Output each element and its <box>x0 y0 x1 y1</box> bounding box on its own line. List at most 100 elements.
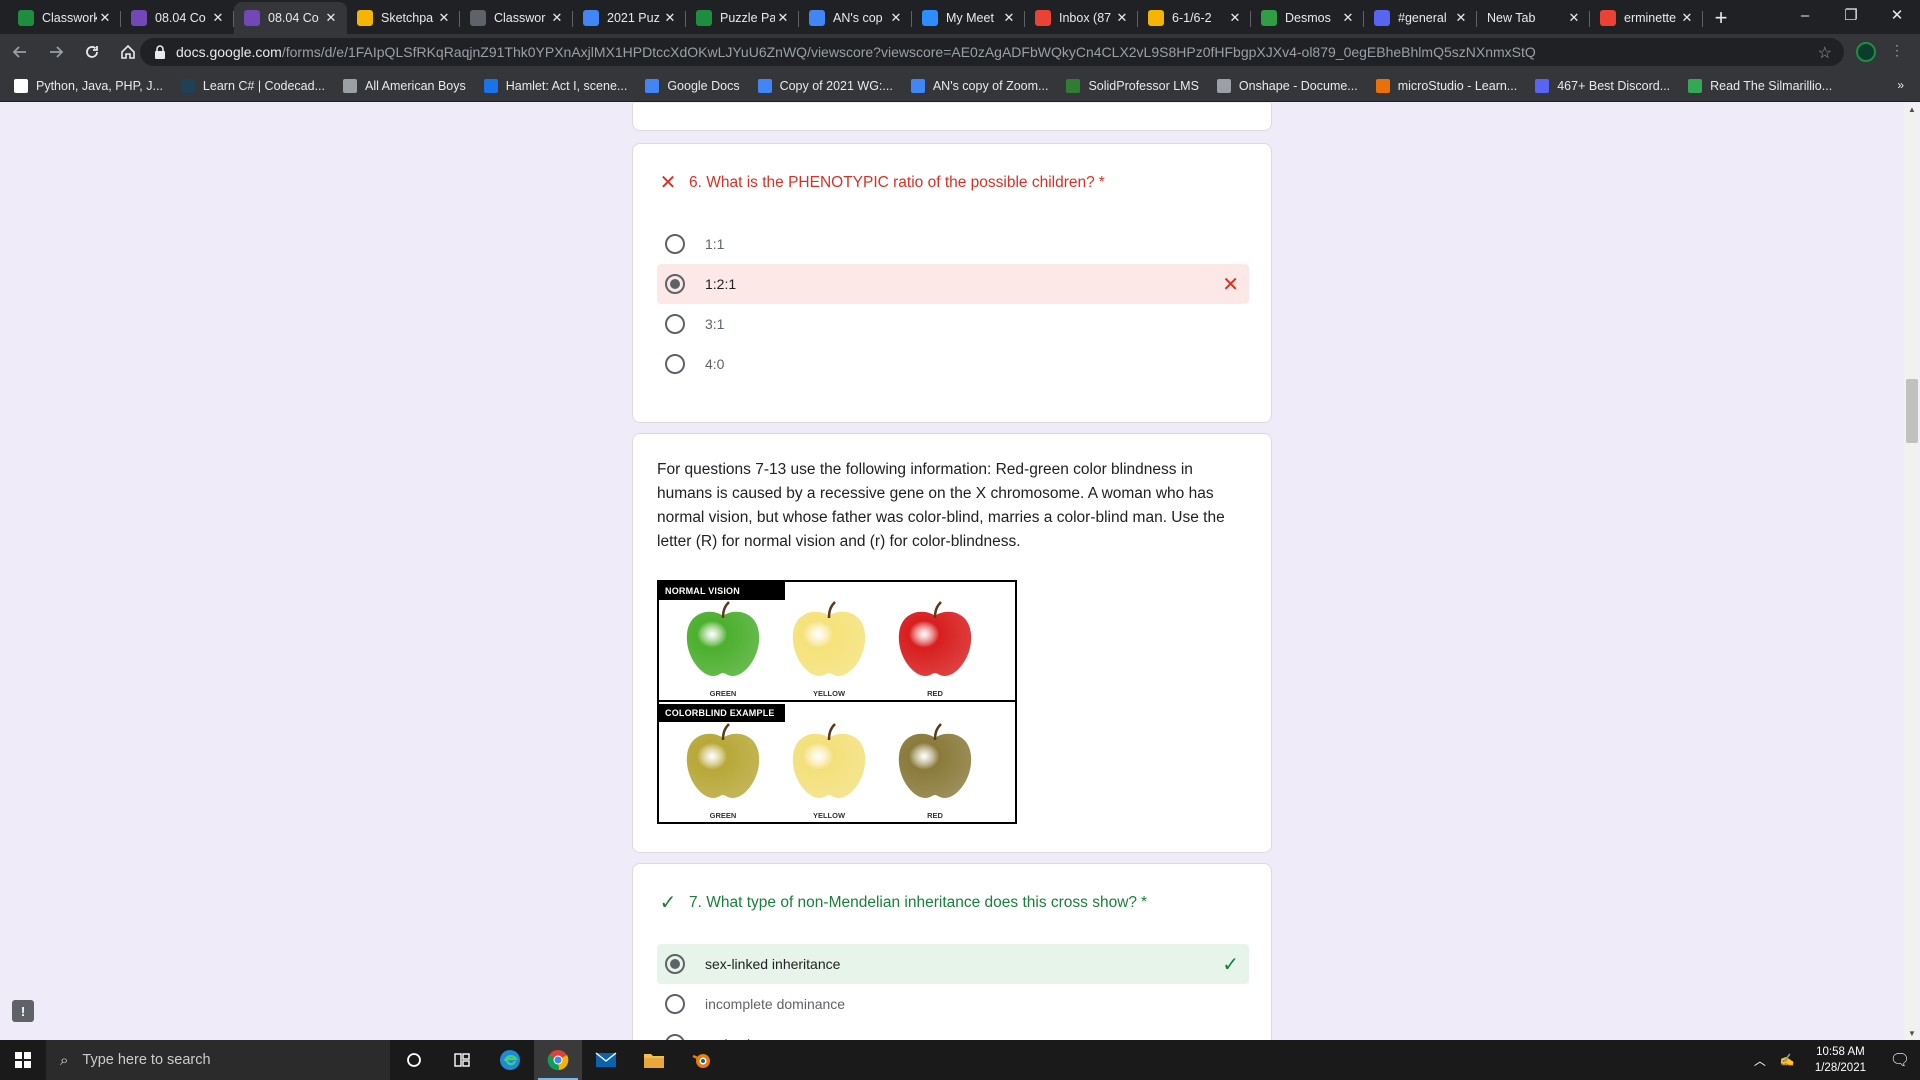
desmos-icon <box>1261 10 1277 26</box>
bookmark-label: Google Docs <box>667 78 740 93</box>
answer-option[interactable]: 1:1 <box>657 224 1249 264</box>
close-tab-icon[interactable]: ✕ <box>1566 10 1582 26</box>
close-tab-icon[interactable]: ✕ <box>888 10 904 26</box>
bookmark-item[interactable]: SolidProfessor LMS <box>1066 78 1199 93</box>
blender-icon[interactable] <box>678 1040 726 1080</box>
browser-tab[interactable]: Sketchpa ✕ <box>347 2 460 34</box>
browser-tab[interactable]: 08.04 Co ✕ <box>234 2 347 34</box>
answer-option[interactable]: 3:1 <box>657 304 1249 344</box>
edge-icon[interactable] <box>486 1040 534 1080</box>
radio-empty-icon[interactable] <box>665 994 685 1014</box>
bookmark-item[interactable]: All American Boys <box>343 78 466 93</box>
bookmark-item[interactable]: Learn C# | Codecad... <box>180 78 325 93</box>
answer-option[interactable]: incomplete dominance <box>657 984 1249 1024</box>
close-tab-icon[interactable]: ✕ <box>1453 10 1469 26</box>
url-path: /forms/d/e/1FAIpQLSfRKqRaqjnZ91Thk0YPXnA… <box>281 44 1536 60</box>
file-explorer-icon[interactable] <box>630 1040 678 1080</box>
close-tab-icon[interactable]: ✕ <box>1340 10 1356 26</box>
browser-tab[interactable]: Classwor ✕ <box>460 2 573 34</box>
show-hidden-icons-chevron-icon[interactable]: ︿ <box>1754 1052 1766 1069</box>
browser-tab[interactable]: 08.04 Co ✕ <box>121 2 234 34</box>
answer-option[interactable]: sex-linked inheritance ✓ <box>657 944 1249 984</box>
bookmark-item[interactable]: Copy of 2021 WG:... <box>757 78 893 93</box>
scrollbar-thumb[interactable] <box>1906 379 1918 443</box>
radio-selected-icon[interactable] <box>665 954 685 974</box>
task-view-icon[interactable] <box>438 1040 486 1080</box>
radio-empty-icon[interactable] <box>665 354 685 374</box>
bookmark-star-icon[interactable]: ☆ <box>1818 43 1832 63</box>
bookmark-item[interactable]: Onshape - Docume... <box>1216 78 1358 93</box>
mail-icon[interactable] <box>582 1040 630 1080</box>
close-tab-icon[interactable]: ✕ <box>1001 10 1017 26</box>
tab-title: AN's cop <box>833 11 883 25</box>
browser-tab[interactable]: 6-1/6-2 ✕ <box>1138 2 1251 34</box>
bookmark-item[interactable]: 467+ Best Discord... <box>1535 78 1670 93</box>
close-tab-icon[interactable]: ✕ <box>1679 10 1695 26</box>
search-placeholder: Type here to search <box>82 1052 211 1068</box>
scroll-down-arrow-icon[interactable]: ▼ <box>1908 1029 1916 1038</box>
bookmarks-overflow-icon[interactable]: » <box>1897 78 1904 92</box>
browser-tab[interactable]: Puzzle Pa ✕ <box>686 2 799 34</box>
new-tab-button[interactable]: + <box>1703 2 1739 34</box>
answer-option[interactable]: 4:0 <box>657 344 1249 384</box>
bookmark-item[interactable]: Google Docs <box>645 78 740 93</box>
apple-image <box>785 594 873 688</box>
google-docs-icon <box>583 10 599 26</box>
page-scrollbar[interactable]: ▲ ▼ <box>1904 103 1920 1040</box>
puzzle-icon <box>696 10 712 26</box>
browser-menu-icon[interactable]: ⋮ <box>1890 42 1904 59</box>
answer-option[interactable]: 1:2:1 ✕ <box>657 264 1249 304</box>
bookmark-item[interactable]: Python, Java, PHP, J... <box>14 78 163 93</box>
pen-icon[interactable]: ✍ <box>1780 1053 1795 1067</box>
required-asterisk: * <box>1098 173 1105 191</box>
apple-label: GREEN <box>709 689 737 698</box>
incorrect-x-icon: ✕ <box>1222 274 1239 296</box>
browser-tab[interactable]: New Tab ✕ <box>1477 2 1590 34</box>
minimize-button[interactable]: – <box>1782 0 1828 30</box>
close-tab-icon[interactable]: ✕ <box>775 10 791 26</box>
close-tab-icon[interactable]: ✕ <box>436 10 452 26</box>
browser-tab[interactable]: Desmos ✕ <box>1251 2 1364 34</box>
taskbar-clock[interactable]: 10:58 AM 1/28/2021 <box>1815 1044 1866 1076</box>
radio-selected-icon[interactable] <box>665 274 685 294</box>
back-button[interactable] <box>4 36 36 68</box>
close-tab-icon[interactable]: ✕ <box>549 10 565 26</box>
browser-tab[interactable]: Inbox (87 ✕ <box>1025 2 1138 34</box>
scroll-up-arrow-icon[interactable]: ▲ <box>1908 105 1916 114</box>
profile-avatar[interactable] <box>1856 42 1876 62</box>
bookmark-item[interactable]: Hamlet: Act I, scene... <box>483 78 627 93</box>
report-feedback-icon[interactable]: ! <box>12 1000 34 1022</box>
answer-option[interactable]: codominance <box>657 1024 1249 1040</box>
start-button[interactable] <box>0 1040 46 1080</box>
chrome-icon[interactable] <box>534 1040 582 1080</box>
google-docs-icon <box>645 78 660 93</box>
bookmark-item[interactable]: microStudio - Learn... <box>1375 78 1517 93</box>
radio-empty-icon[interactable] <box>665 234 685 254</box>
google-icon <box>1600 10 1616 26</box>
bookmark-item[interactable]: Read The Silmarillio... <box>1688 78 1832 93</box>
close-window-button[interactable]: ✕ <box>1874 0 1920 30</box>
restore-button[interactable]: ❐ <box>1828 0 1874 30</box>
cortana-icon[interactable] <box>390 1040 438 1080</box>
address-bar[interactable]: docs.google.com /forms/d/e/1FAIpQLSfRKqR… <box>140 38 1844 66</box>
bookmark-label: AN's copy of Zoom... <box>932 78 1049 93</box>
browser-tab[interactable]: AN's cop ✕ <box>799 2 912 34</box>
close-tab-icon[interactable]: ✕ <box>1227 10 1243 26</box>
close-tab-icon[interactable]: ✕ <box>210 10 226 26</box>
browser-tab[interactable]: Classwork ✕ <box>8 2 121 34</box>
close-tab-icon[interactable]: ✕ <box>97 10 113 26</box>
bookmark-item[interactable]: AN's copy of Zoom... <box>910 78 1049 93</box>
browser-tab[interactable]: erminette ✕ <box>1590 2 1703 34</box>
close-tab-icon[interactable]: ✕ <box>323 10 339 26</box>
notifications-icon[interactable]: 🗨 <box>1880 1050 1920 1070</box>
radio-empty-icon[interactable] <box>665 314 685 334</box>
close-tab-icon[interactable]: ✕ <box>662 10 678 26</box>
forward-button[interactable] <box>40 36 72 68</box>
reload-button[interactable] <box>76 36 108 68</box>
system-tray: ︿ ✍ 10:58 AM 1/28/2021 🗨 <box>1754 1040 1920 1080</box>
browser-tab[interactable]: 2021 Puz ✕ <box>573 2 686 34</box>
close-tab-icon[interactable]: ✕ <box>1114 10 1130 26</box>
browser-tab[interactable]: #general ✕ <box>1364 2 1477 34</box>
taskbar-search[interactable]: ⌕ Type here to search <box>46 1040 390 1080</box>
browser-tab[interactable]: My Meet ✕ <box>912 2 1025 34</box>
